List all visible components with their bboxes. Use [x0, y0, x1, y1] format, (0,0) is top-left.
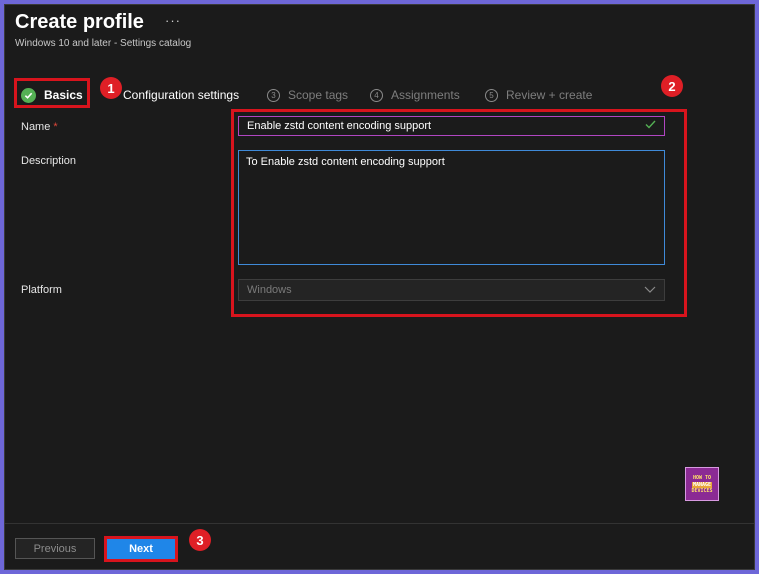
step-scope-tags[interactable]: 3 Scope tags — [267, 83, 348, 107]
step-label: Configuration settings — [123, 88, 240, 102]
more-options-button[interactable]: ··· — [165, 13, 181, 28]
page-title: Create profile — [15, 11, 144, 33]
step-label: Scope tags — [288, 88, 349, 102]
platform-label: Platform — [21, 284, 62, 296]
step-label: Review + create — [506, 88, 593, 102]
create-profile-panel: Create profile ··· Windows 10 and later … — [4, 4, 755, 570]
step-configuration-settings[interactable]: Configuration settings — [123, 83, 239, 107]
how-to-manage-devices-logo: HOW TO MANAGE DEVICES — [685, 467, 719, 501]
checkmark-icon — [645, 120, 656, 132]
name-field[interactable]: Enable zstd content encoding support — [238, 116, 665, 136]
logo-line-1: HOW TO — [692, 474, 712, 481]
description-field-value: To Enable zstd content encoding support — [246, 156, 445, 168]
page-subtitle: Windows 10 and later - Settings catalog — [15, 38, 192, 49]
next-button[interactable]: Next — [104, 536, 178, 562]
annotation-badge-2: 2 — [661, 75, 683, 97]
step-number-icon: 4 — [370, 88, 383, 102]
annotation-badge-1: 1 — [100, 77, 122, 99]
name-label: Name * — [21, 121, 58, 133]
step-number-icon: 5 — [485, 88, 498, 102]
name-field-value: Enable zstd content encoding support — [247, 120, 432, 132]
platform-select-value: Windows — [247, 284, 292, 296]
logo-line-3: DEVICES — [691, 487, 713, 494]
step-review-create[interactable]: 5 Review + create — [485, 83, 592, 107]
description-label: Description — [21, 155, 77, 167]
step-number-icon: 3 — [267, 88, 280, 102]
platform-select[interactable]: Windows — [238, 279, 665, 301]
step-assignments[interactable]: 4 Assignments — [370, 83, 460, 107]
basics-highlight-box — [14, 78, 90, 108]
description-field[interactable]: To Enable zstd content encoding support — [238, 150, 665, 265]
required-marker: * — [53, 121, 58, 133]
step-label: Assignments — [391, 88, 460, 102]
annotation-badge-3: 3 — [189, 529, 211, 551]
footer-divider — [5, 523, 754, 524]
name-label-text: Name — [21, 121, 51, 133]
previous-button[interactable]: Previous — [15, 538, 95, 559]
chevron-down-icon — [644, 284, 656, 296]
